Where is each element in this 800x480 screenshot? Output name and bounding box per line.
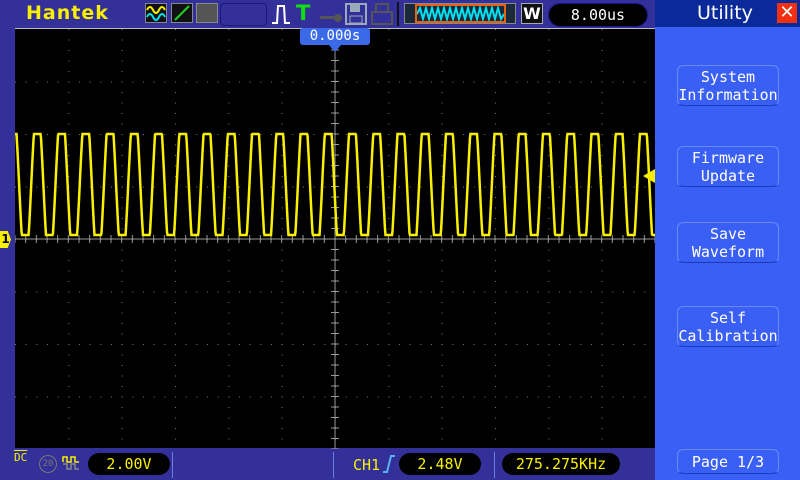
- print-icon[interactable]: [371, 3, 393, 29]
- save-waveform-button[interactable]: Save Waveform: [677, 222, 779, 263]
- button-label: Information: [678, 86, 778, 104]
- button-label: Update: [700, 167, 756, 185]
- bandwidth-limit-icon: 20: [39, 455, 57, 473]
- close-icon[interactable]: ✕: [777, 3, 797, 23]
- view-window-indicator: [415, 4, 506, 23]
- trigger-source: CH1: [353, 456, 381, 474]
- firmware-update-button[interactable]: Firmware Update: [677, 146, 779, 187]
- brand-logo: Hantek: [26, 2, 109, 24]
- empty-status-slot: [220, 3, 267, 26]
- coupling-dc-icon: DC: [14, 451, 28, 464]
- invert-icon: [62, 455, 80, 475]
- self-calibration-button[interactable]: Self Calibration: [677, 306, 779, 347]
- rising-edge-icon: [382, 455, 396, 477]
- trigger-level-marker[interactable]: [643, 169, 655, 183]
- page-button[interactable]: Page 1/3: [677, 449, 779, 474]
- trigger-position-marker[interactable]: [329, 45, 341, 52]
- trigger-T-icon: T: [296, 1, 311, 25]
- button-label: Save: [709, 225, 747, 243]
- trigger-level-readout[interactable]: 2.48V: [399, 453, 481, 475]
- divider: [333, 452, 334, 478]
- timebase-readout[interactable]: 8.00us: [548, 3, 648, 27]
- system-information-button[interactable]: System Information: [677, 65, 779, 106]
- ch1-scale-readout[interactable]: 2.00V: [88, 453, 170, 475]
- divider: [494, 452, 495, 478]
- frequency-readout: 275.275KHz: [502, 453, 620, 475]
- button-label: System: [700, 68, 756, 86]
- trigger-position-readout[interactable]: 0.000s: [300, 28, 370, 45]
- key-icon: [320, 8, 344, 27]
- button-label: Firmware: [691, 149, 765, 167]
- waveform-math-icon[interactable]: [145, 3, 167, 23]
- button-label: Calibration: [678, 327, 778, 345]
- graticule: [14, 28, 656, 450]
- divider: [397, 2, 399, 26]
- ch1-ground-marker[interactable]: 1: [0, 231, 11, 248]
- button-label: Waveform: [691, 243, 765, 261]
- save-icon[interactable]: [345, 3, 367, 29]
- pulse-trigger-icon: [270, 3, 292, 29]
- waveform-display[interactable]: [14, 28, 656, 450]
- window-mode-button[interactable]: W: [521, 3, 543, 24]
- menu-title: Utility: [697, 2, 753, 24]
- memory-overview[interactable]: [404, 3, 516, 24]
- divider: [172, 452, 173, 478]
- xy-mode-icon[interactable]: [171, 3, 193, 23]
- button-label: Self: [709, 309, 747, 327]
- persistence-icon[interactable]: [196, 3, 218, 23]
